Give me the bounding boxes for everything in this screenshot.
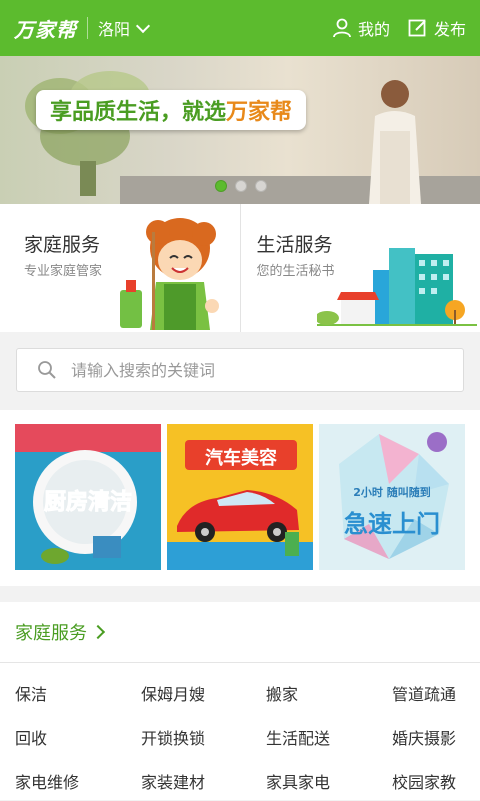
category-item-furniture[interactable]: 家具家电 [266, 769, 330, 793]
promo-cards: 厨房清洁 汽车美容 2小时 随叫随到 急速上门 [0, 410, 480, 586]
express-service-small-label: 2小时 随叫随到 [333, 484, 451, 500]
housekeeper-illustration [118, 212, 230, 330]
divider [87, 17, 88, 39]
search-icon [37, 360, 57, 380]
home-service-tile[interactable]: 家庭服务 专业家庭管家 [0, 204, 240, 332]
category-item-delivery[interactable]: 生活配送 [266, 725, 330, 749]
category-item-building-materials[interactable]: 家装建材 [141, 769, 205, 793]
express-service-card[interactable]: 2小时 随叫随到 急速上门 [319, 424, 465, 570]
life-service-tile[interactable]: 生活服务 您的生活秘书 [240, 204, 480, 332]
city-buildings-illustration [317, 244, 477, 326]
carousel-dot[interactable] [255, 180, 267, 192]
category-header[interactable]: 家庭服务 [0, 602, 480, 663]
category-item-locksmith[interactable]: 开锁换锁 [141, 725, 205, 749]
search-box[interactable] [16, 348, 464, 392]
search-section [0, 332, 480, 410]
promo-banner[interactable]: 享品质生活，就选万家帮 [0, 56, 480, 204]
category-title: 家庭服务 [15, 619, 87, 645]
slogan-brand: 万家帮 [226, 94, 292, 126]
carousel-indicator [215, 180, 267, 192]
car-beauty-label: 汽车美容 [185, 444, 297, 470]
category-item-recycling[interactable]: 回收 [15, 725, 47, 749]
home-service-subtitle: 专业家庭管家 [24, 260, 102, 279]
category-item-pipe-dredging[interactable]: 管道疏通 [392, 681, 456, 705]
car-beauty-card[interactable]: 汽车美容 [167, 424, 313, 570]
category-item-moving[interactable]: 搬家 [266, 681, 298, 705]
chevron-down-icon [136, 18, 150, 32]
category-item-wedding-photo[interactable]: 婚庆摄影 [392, 725, 456, 749]
home-service-title: 家庭服务 [24, 230, 100, 257]
publish-label: 发布 [434, 16, 466, 40]
publish-button[interactable]: 发布 [408, 16, 466, 40]
banner-slogan: 享品质生活，就选万家帮 [36, 90, 306, 130]
my-account-label: 我的 [358, 16, 390, 40]
person-image [355, 76, 435, 204]
my-account-button[interactable]: 我的 [332, 16, 390, 40]
city-selector[interactable]: 洛阳 [98, 16, 148, 40]
home-service-category-section: 家庭服务 保洁 保姆月嫂 搬家 管道疏通 回收 开锁换锁 生活配送 婚庆摄影 家… [0, 602, 480, 800]
category-item-nanny[interactable]: 保姆月嫂 [141, 681, 205, 705]
user-icon [332, 18, 352, 38]
search-input[interactable] [69, 360, 453, 381]
service-tiles: 家庭服务 专业家庭管家 生活服务 您的生活秘书 [0, 204, 480, 332]
express-service-label: 急速上门 [325, 504, 459, 539]
top-bar: 万家帮 洛阳 我的 发布 [0, 0, 480, 56]
chevron-right-icon [91, 625, 105, 639]
city-label: 洛阳 [98, 16, 130, 40]
slogan-main: 享品质生活，就选 [50, 94, 226, 126]
category-grid: 保洁 保姆月嫂 搬家 管道疏通 回收 开锁换锁 生活配送 婚庆摄影 家电维修 家… [0, 663, 480, 801]
plant-image [20, 66, 170, 196]
carousel-dot[interactable] [215, 180, 227, 192]
kitchen-cleaning-label: 厨房清洁 [23, 484, 153, 516]
edit-icon [408, 18, 428, 38]
category-item-tutoring[interactable]: 校园家教 [392, 769, 456, 793]
category-item-appliance-repair[interactable]: 家电维修 [15, 769, 79, 793]
category-item-cleaning[interactable]: 保洁 [15, 681, 47, 705]
app-logo[interactable]: 万家帮 [14, 14, 77, 43]
carousel-dot[interactable] [235, 180, 247, 192]
kitchen-cleaning-card[interactable]: 厨房清洁 [15, 424, 161, 570]
